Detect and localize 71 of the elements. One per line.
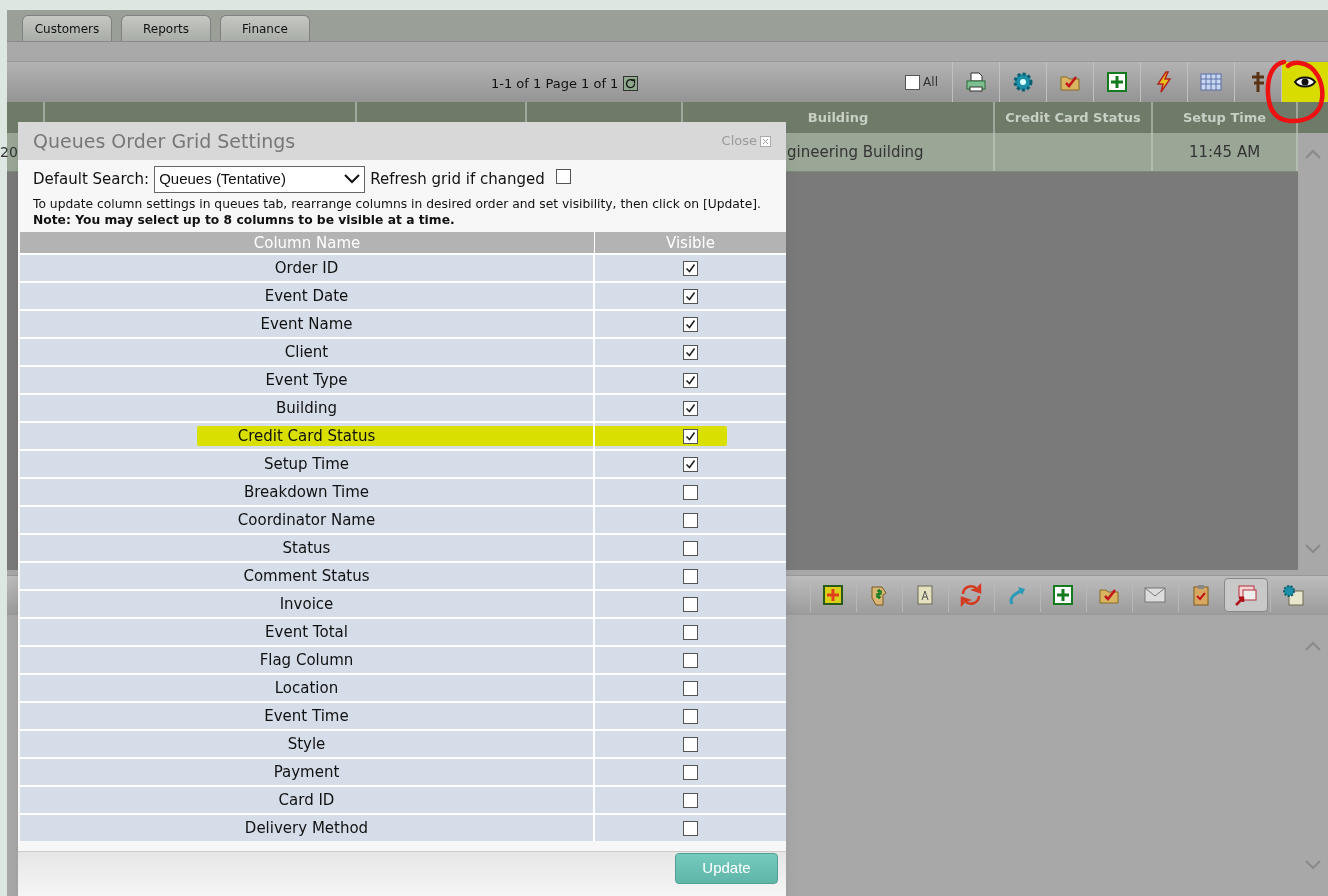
visible-checkbox[interactable] <box>683 792 698 808</box>
table-cell-text: Coordinator Name <box>237 509 376 531</box>
table-cell-text: Card ID <box>278 789 335 811</box>
field-label: Default Search: <box>33 168 150 190</box>
visible-checkbox[interactable] <box>683 260 698 276</box>
visible-checkbox[interactable] <box>683 736 698 752</box>
gear-document-icon <box>1280 583 1305 607</box>
visible-checkbox[interactable] <box>683 652 698 668</box>
plus-icon <box>1050 583 1075 607</box>
close-button[interactable]: Close <box>721 131 771 151</box>
table-cell-text: Event Total <box>265 621 348 643</box>
visible-checkbox[interactable] <box>683 680 698 696</box>
table-cell-text: Building <box>276 397 337 419</box>
visible-checkbox[interactable] <box>683 512 698 528</box>
table-cell-text: Comment Status <box>243 565 370 587</box>
visible-checkbox[interactable] <box>683 764 698 780</box>
table-cell-text: Order ID <box>274 257 339 279</box>
checkbox-label: All <box>923 74 938 91</box>
visible-checkbox[interactable] <box>683 540 698 556</box>
visible-checkbox[interactable] <box>683 456 698 472</box>
visible-checkbox[interactable] <box>683 288 698 304</box>
cycle-arrows-icon <box>958 583 983 607</box>
printer-icon <box>964 70 988 94</box>
dialog-title: Queues Order Grid Settings <box>33 128 296 154</box>
visible-checkbox[interactable] <box>683 372 698 388</box>
table-cell-text: Breakdown Time <box>243 481 370 503</box>
checkbox-label: Refresh grid if changed <box>370 168 545 190</box>
plus-icon <box>820 583 845 607</box>
visible-checkbox[interactable] <box>683 624 698 640</box>
gear-icon <box>1011 70 1035 94</box>
table-cell-text: Setup Time <box>263 453 350 475</box>
refresh-icon[interactable] <box>623 76 639 92</box>
windows-arrow-icon <box>1234 583 1258 607</box>
table-cell-text: gineering Building <box>787 141 924 163</box>
table-cell-text: Delivery Method <box>244 817 369 839</box>
grid-icon <box>1199 70 1223 94</box>
default-search-dropdown[interactable]: Queues (Tentative) <box>154 165 366 193</box>
instructions-text: To update column settings in queues tab, rearrange columns in desired order and set visibility, then click on [Update]. Note: You may select up to 8 columns to be visible at a time. <box>33 196 762 228</box>
visible-checkbox[interactable] <box>683 400 698 416</box>
table-cell-text: Flag Column <box>259 649 354 671</box>
visible-checkbox[interactable] <box>683 820 698 836</box>
visible-checkbox[interactable] <box>683 344 698 360</box>
table-cell-text: Event Type <box>265 369 348 391</box>
visible-checkbox[interactable] <box>683 708 698 724</box>
table-cell-text: Credit Card Status <box>237 425 376 447</box>
visible-checkbox[interactable] <box>683 316 698 332</box>
table-cell-text: Status <box>282 537 331 559</box>
refresh-checkbox[interactable] <box>555 169 571 184</box>
table-cell-text: Payment <box>273 761 340 783</box>
table-cell-text: Style <box>287 733 326 755</box>
visible-checkbox[interactable] <box>683 596 698 612</box>
visible-checkbox[interactable] <box>683 568 698 584</box>
column-header: Visible <box>665 233 716 253</box>
toolbar-button[interactable] <box>1224 578 1268 612</box>
pagination-text: 1-1 of 1 Page 1 of 1 <box>491 75 619 93</box>
table-cell-text: Event Time <box>264 705 349 727</box>
update-button[interactable]: Update <box>675 853 778 884</box>
chevron-down-icon <box>344 174 361 184</box>
tab[interactable]: Reports <box>121 15 211 41</box>
visible-checkbox[interactable] <box>683 484 698 500</box>
table-cell-text: Event Date <box>264 285 349 307</box>
table-cell-text: Client <box>284 341 329 363</box>
tab[interactable]: Finance <box>220 15 310 41</box>
table-cell-text: Location <box>274 677 339 699</box>
plus-icon <box>1105 70 1129 94</box>
all-checkbox[interactable] <box>905 74 921 90</box>
tab[interactable]: Customers <box>22 15 112 41</box>
table-cell-text: Event Name <box>260 313 353 335</box>
table-cell-text: Invoice <box>279 593 334 615</box>
close-icon <box>760 135 771 147</box>
table-cell-text: 11:45 AM <box>1188 141 1261 163</box>
